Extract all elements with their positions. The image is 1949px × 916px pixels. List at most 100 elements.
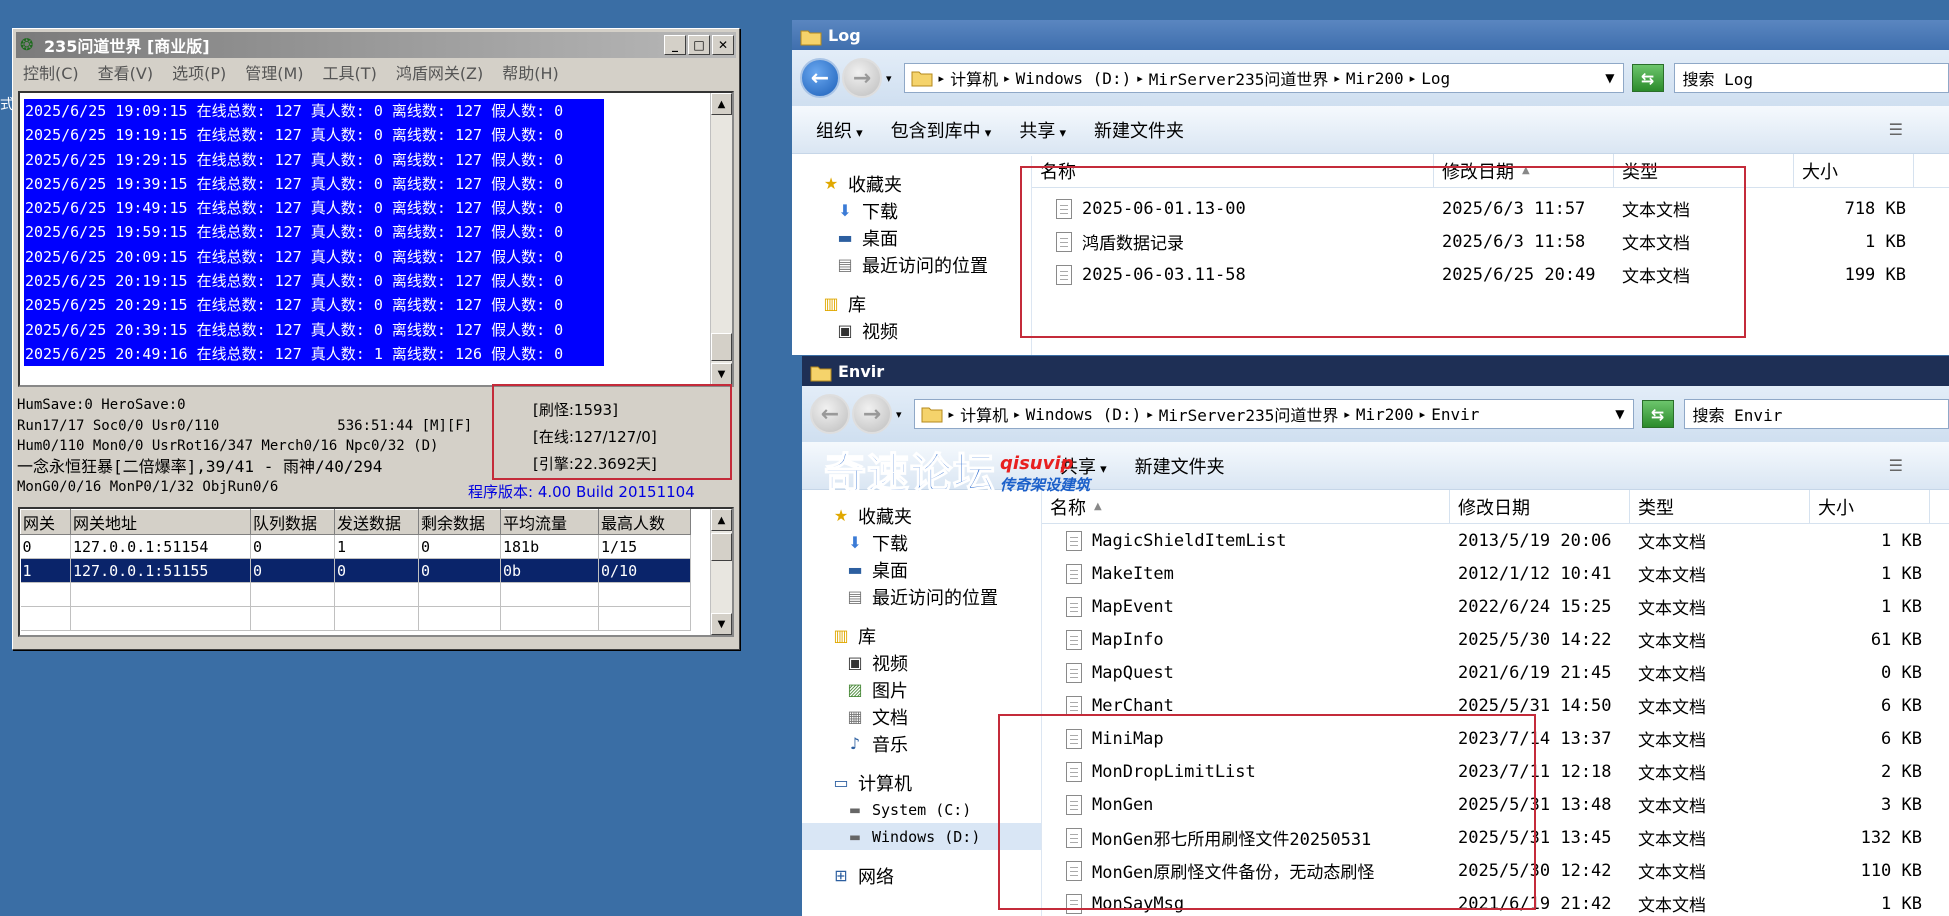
scroll-down-icon[interactable]: ▼ (711, 363, 732, 385)
col-gateway[interactable]: 网关 (20, 509, 71, 535)
list-item[interactable]: MagicShieldItemList 2013/5/19 20:06 文本文档 1 … (1042, 524, 1949, 557)
col-queue[interactable]: 队列数据 (250, 509, 335, 535)
close-button[interactable]: ✕ (712, 35, 734, 55)
breadcrumb-drive[interactable]: Windows (D:) (1026, 405, 1142, 424)
search-input[interactable]: 搜索 Envir (1683, 399, 1949, 429)
address-box[interactable]: ▸ 计算机 ▸ Windows (D:) ▸ MirServer235问道世界 ▸ Mi… (903, 63, 1624, 93)
gateway-grid[interactable]: 网关 网关地址 队列数据 发送数据 剩余数据 平均流量 最高人数 0 127.0… (18, 507, 734, 637)
forward-button[interactable]: → (842, 58, 882, 98)
address-dropdown-icon[interactable]: ▼ (1605, 71, 1614, 85)
breadcrumb-current[interactable]: Log (1421, 69, 1450, 88)
col-max-users[interactable]: 最高人数 (598, 509, 691, 535)
col-date[interactable]: 修改日期 (1450, 490, 1630, 523)
menu-help[interactable]: 帮助(H) (502, 60, 559, 84)
nav-favorites[interactable]: ★ 收藏夹 (820, 170, 1031, 197)
breadcrumb-drive[interactable]: Windows (D:) (1016, 69, 1132, 88)
list-item[interactable]: 2025-06-03.11-58 2025/6/25 20:49 文本文档 199 K… (1032, 258, 1949, 291)
list-item[interactable]: 鸿盾数据记录 2025/6/3 11:58 文本文档 1 KB (1032, 225, 1949, 258)
menu-manage[interactable]: 管理(M) (245, 60, 303, 84)
list-item[interactable]: MapEvent 2022/6/24 15:25 文本文档 1 KB (1042, 590, 1949, 623)
recent-pages-icon[interactable]: ▾ (896, 408, 902, 421)
list-item[interactable]: MonGen邪七所用刷怪文件20250531 2025/5/31 13:45 文本文… (1042, 821, 1949, 854)
list-item[interactable]: MonGen原刷怪文件备份，无动态刷怪 2025/5/30 12:42 文本文档 11… (1042, 854, 1949, 887)
list-item[interactable]: MonDropLimitList 2023/7/11 12:18 文本文档 2 KB (1042, 755, 1949, 788)
col-avg-traffic[interactable]: 平均流量 (500, 509, 599, 535)
nav-network[interactable]: ⊞ 网络 (802, 862, 1041, 889)
scroll-thumb[interactable] (711, 333, 732, 361)
refresh-button[interactable]: ⇆ (1641, 400, 1674, 428)
menu-view[interactable]: 查看(V) (98, 60, 153, 84)
menu-control[interactable]: 控制(C) (23, 60, 79, 84)
breadcrumb-mir200[interactable]: Mir200 (1346, 69, 1404, 88)
nav-recent[interactable]: ▤ 最近访问的位置 (820, 251, 1031, 278)
back-button[interactable]: ← (800, 58, 840, 98)
list-item[interactable]: MonGen 2025/5/31 13:48 文本文档 3 KB (1042, 788, 1949, 821)
address-dropdown-icon[interactable]: ▼ (1615, 407, 1624, 421)
list-item[interactable]: MerChant 2025/5/31 14:50 文本文档 6 KB (1042, 689, 1949, 722)
address-box[interactable]: ▸ 计算机 ▸ Windows (D:) ▸ MirServer235问道世界 ▸ Mi… (913, 399, 1634, 429)
view-options-icon[interactable]: ☰ (1889, 456, 1903, 475)
scroll-thumb[interactable] (711, 533, 732, 561)
list-item[interactable]: MapInfo 2025/5/30 14:22 文本文档 61 KB (1042, 623, 1949, 656)
nav-recent[interactable]: ▤ 最近访问的位置 (802, 583, 1041, 610)
recent-pages-icon[interactable]: ▾ (886, 72, 892, 85)
list-item[interactable]: MiniMap 2023/7/14 13:37 文本文档 6 KB (1042, 722, 1949, 755)
share-button[interactable]: 共享 (1019, 117, 1066, 143)
breadcrumb-server[interactable]: MirServer235问道世界 (1149, 66, 1329, 90)
menu-options[interactable]: 选项(P) (172, 60, 226, 84)
log-scrollbar[interactable]: ▲ ▼ (710, 93, 732, 385)
nav-desktop[interactable]: ▬ 桌面 (802, 556, 1041, 583)
refresh-button[interactable]: ⇆ (1631, 64, 1664, 92)
minimize-button[interactable]: _ (664, 35, 686, 55)
nav-favorites[interactable]: ★ 收藏夹 (802, 502, 1041, 529)
new-folder-button[interactable]: 新建文件夹 (1094, 117, 1184, 143)
col-name[interactable]: 名称 (1032, 154, 1434, 187)
m2-titlebar[interactable]: ❂ 235问道世界 [商业版] _ □ ✕ (16, 32, 736, 58)
nav-computer[interactable]: ▭ 计算机 (802, 769, 1041, 796)
grid-scrollbar[interactable]: ▲ ▼ (710, 509, 732, 635)
breadcrumb-mir200[interactable]: Mir200 (1356, 405, 1414, 424)
list-item[interactable]: MakeItem 2012/1/12 10:41 文本文档 1 KB (1042, 557, 1949, 590)
breadcrumb-computer[interactable]: 计算机 (950, 66, 998, 90)
col-date[interactable]: 修改日期 ▲ (1434, 154, 1614, 187)
organize-button[interactable]: 组织 (816, 117, 863, 143)
nav-desktop[interactable]: ▬ 桌面 (820, 224, 1031, 251)
view-options-icon[interactable]: ☰ (1889, 120, 1903, 139)
breadcrumb-server[interactable]: MirServer235问道世界 (1159, 402, 1339, 426)
scroll-up-icon[interactable]: ▲ (711, 509, 732, 531)
breadcrumb-computer[interactable]: 计算机 (960, 402, 1008, 426)
nav-videos[interactable]: ▣ 视频 (802, 649, 1041, 676)
nav-downloads[interactable]: ⬇ 下载 (820, 197, 1031, 224)
nav-pictures[interactable]: ▨ 图片 (802, 676, 1041, 703)
menu-tools[interactable]: 工具(T) (323, 60, 377, 84)
nav-music[interactable]: ♪ 音乐 (802, 730, 1041, 757)
table-row[interactable]: 1 127.0.0.1:51155 0 0 0 0b 0/10 (20, 558, 691, 583)
maximize-button[interactable]: □ (688, 35, 710, 55)
col-type[interactable]: 类型 (1614, 154, 1794, 187)
envir-window-titlebar[interactable]: Envir (802, 356, 1949, 386)
new-folder-button[interactable]: 新建文件夹 (1135, 453, 1225, 479)
scroll-up-icon[interactable]: ▲ (711, 93, 732, 115)
forward-button[interactable]: → (852, 394, 892, 434)
nav-drive-d[interactable]: ▬ Windows (D:) (802, 823, 1041, 850)
col-size[interactable]: 大小 (1810, 490, 1930, 523)
nav-videos[interactable]: ▣ 视频 (820, 317, 1031, 344)
nav-drive-c[interactable]: ▬ System (C:) (802, 796, 1041, 823)
nav-libraries[interactable]: ▥ 库 (802, 622, 1041, 649)
nav-documents[interactable]: ▦ 文档 (802, 703, 1041, 730)
col-size[interactable]: 大小 (1794, 154, 1914, 187)
menu-hongdun-gateway[interactable]: 鸿盾网关(Z) (396, 60, 483, 84)
list-item[interactable]: MapQuest 2021/6/19 21:45 文本文档 0 KB (1042, 656, 1949, 689)
list-item[interactable]: MonSayMsg 2021/6/19 21:42 文本文档 1 KB (1042, 887, 1949, 916)
back-button[interactable]: ← (810, 394, 850, 434)
col-sent[interactable]: 发送数据 (334, 509, 419, 535)
nav-downloads[interactable]: ⬇ 下载 (802, 529, 1041, 556)
col-name[interactable]: 名称 ▲ (1042, 490, 1450, 523)
search-input[interactable]: 搜索 Log (1673, 63, 1949, 93)
scroll-down-icon[interactable]: ▼ (711, 613, 732, 635)
log-window-titlebar[interactable]: Log (792, 20, 1949, 50)
include-in-library-button[interactable]: 包含到库中 (891, 117, 992, 143)
breadcrumb-current[interactable]: Envir (1431, 405, 1479, 424)
list-item[interactable]: 2025-06-01.13-00 2025/6/3 11:57 文本文档 718 KB (1032, 192, 1949, 225)
col-address[interactable]: 网关地址 (70, 509, 251, 535)
